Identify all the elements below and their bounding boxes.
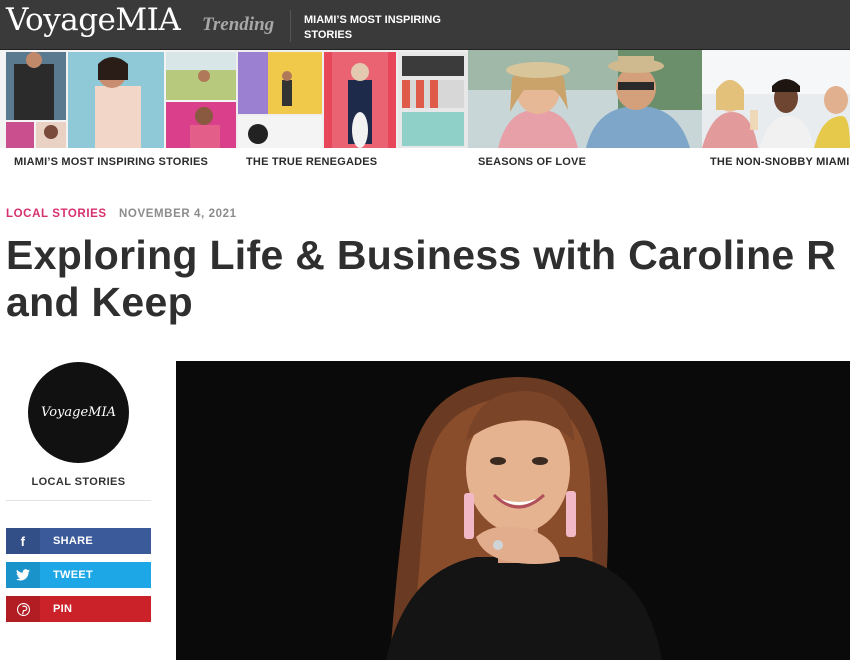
hero-photo [176, 361, 850, 660]
author-avatar[interactable]: VoyageMIA [28, 362, 129, 463]
sidebar-category-link[interactable]: LOCAL STORIES [6, 476, 151, 488]
tile-label: SEASONS OF LOVE [478, 156, 587, 168]
top-navigation-bar: VoyageMIA Trending MIAMI’S MOST INSPIRIN… [0, 0, 850, 50]
article-title-line-1: Exploring Life & Business with Caroline … [6, 232, 837, 278]
divider [6, 500, 151, 501]
trending-story-link[interactable]: MIAMI’S MOST INSPIRING STORIES [304, 13, 464, 43]
site-logo[interactable]: VoyageMIA [6, 2, 181, 38]
divider [290, 10, 291, 42]
mosaic-graphic [236, 50, 468, 148]
couple-photo [468, 50, 702, 148]
twitter-share-button[interactable]: TWEET [6, 562, 151, 588]
article-date: NOVEMBER 4, 2021 [119, 208, 237, 220]
mosaic-image [0, 50, 236, 148]
facebook-icon: f [6, 528, 40, 554]
friends-photo [702, 50, 850, 148]
pinterest-share-button[interactable]: PIN [6, 596, 151, 622]
mosaic-graphic [0, 50, 236, 148]
share-label: SHARE [53, 535, 94, 547]
tile-label: MIAMI’S MOST INSPIRING STORIES [14, 156, 209, 168]
trending-strip: MIAMI’S MOST INSPIRING STORIES THE TRUE … [0, 50, 850, 180]
pin-label: PIN [53, 603, 73, 615]
trending-tile[interactable]: THE NON-SNOBBY MIAMI I [702, 50, 850, 180]
mosaic-image [236, 50, 468, 148]
tile-label: THE NON-SNOBBY MIAMI I [710, 156, 850, 168]
pinterest-icon [6, 596, 40, 622]
twitter-icon [6, 562, 40, 588]
avatar-logo-text: VoyageMIA [41, 405, 116, 420]
article-title-line-2: and Keep [6, 279, 193, 325]
couple-graphic [468, 50, 702, 148]
portrait-graphic [176, 361, 850, 660]
trending-tile[interactable]: MIAMI’S MOST INSPIRING STORIES [0, 50, 236, 180]
facebook-share-button[interactable]: f SHARE [6, 528, 151, 554]
tweet-label: TWEET [53, 569, 93, 581]
article-title: Exploring Life & Business with Caroline … [6, 232, 850, 326]
trending-label: Trending [202, 14, 275, 35]
article-category-link[interactable]: LOCAL STORIES [6, 208, 107, 220]
friends-graphic [702, 50, 850, 148]
trending-tile[interactable]: THE TRUE RENEGADES [236, 50, 468, 180]
trending-tile[interactable]: SEASONS OF LOVE [468, 50, 702, 180]
tile-label: THE TRUE RENEGADES [246, 156, 378, 168]
